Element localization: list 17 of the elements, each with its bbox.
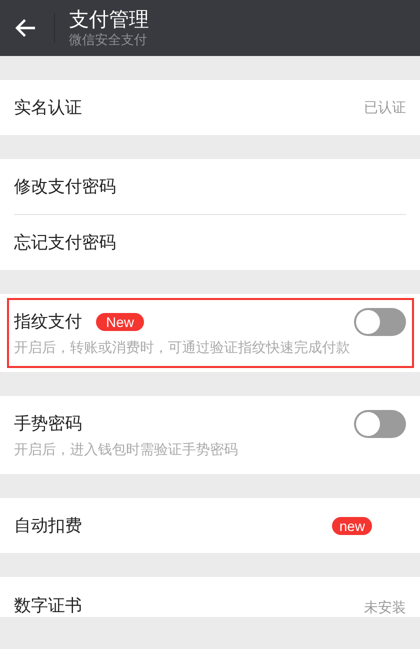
setting-label[interactable]: 数字证书	[14, 594, 82, 617]
status-value: 未安装	[364, 599, 406, 617]
setting-label: 指纹支付	[14, 311, 82, 333]
setting-label[interactable]: 忘记支付密码	[14, 231, 116, 254]
status-value: 已认证	[364, 98, 406, 116]
new-badge: New	[96, 312, 144, 330]
toggle-switch[interactable]	[354, 410, 406, 438]
setting-label[interactable]: 自动扣费	[14, 514, 82, 537]
page-subtitle: 微信安全支付	[69, 32, 148, 50]
setting-label[interactable]: 实名认证	[14, 96, 82, 119]
setting-description: 开启后，转账或消费时，可通过验证指纹快速完成付款	[14, 339, 351, 358]
new-badge: new	[332, 516, 372, 534]
toggle-switch[interactable]	[354, 308, 406, 336]
setting-description: 开启后，进入钱包时需验证手势密码	[14, 441, 239, 460]
page-title: 支付管理	[69, 6, 149, 32]
setting-label: 手势密码	[14, 413, 82, 435]
setting-label[interactable]: 修改支付密码	[14, 175, 116, 198]
